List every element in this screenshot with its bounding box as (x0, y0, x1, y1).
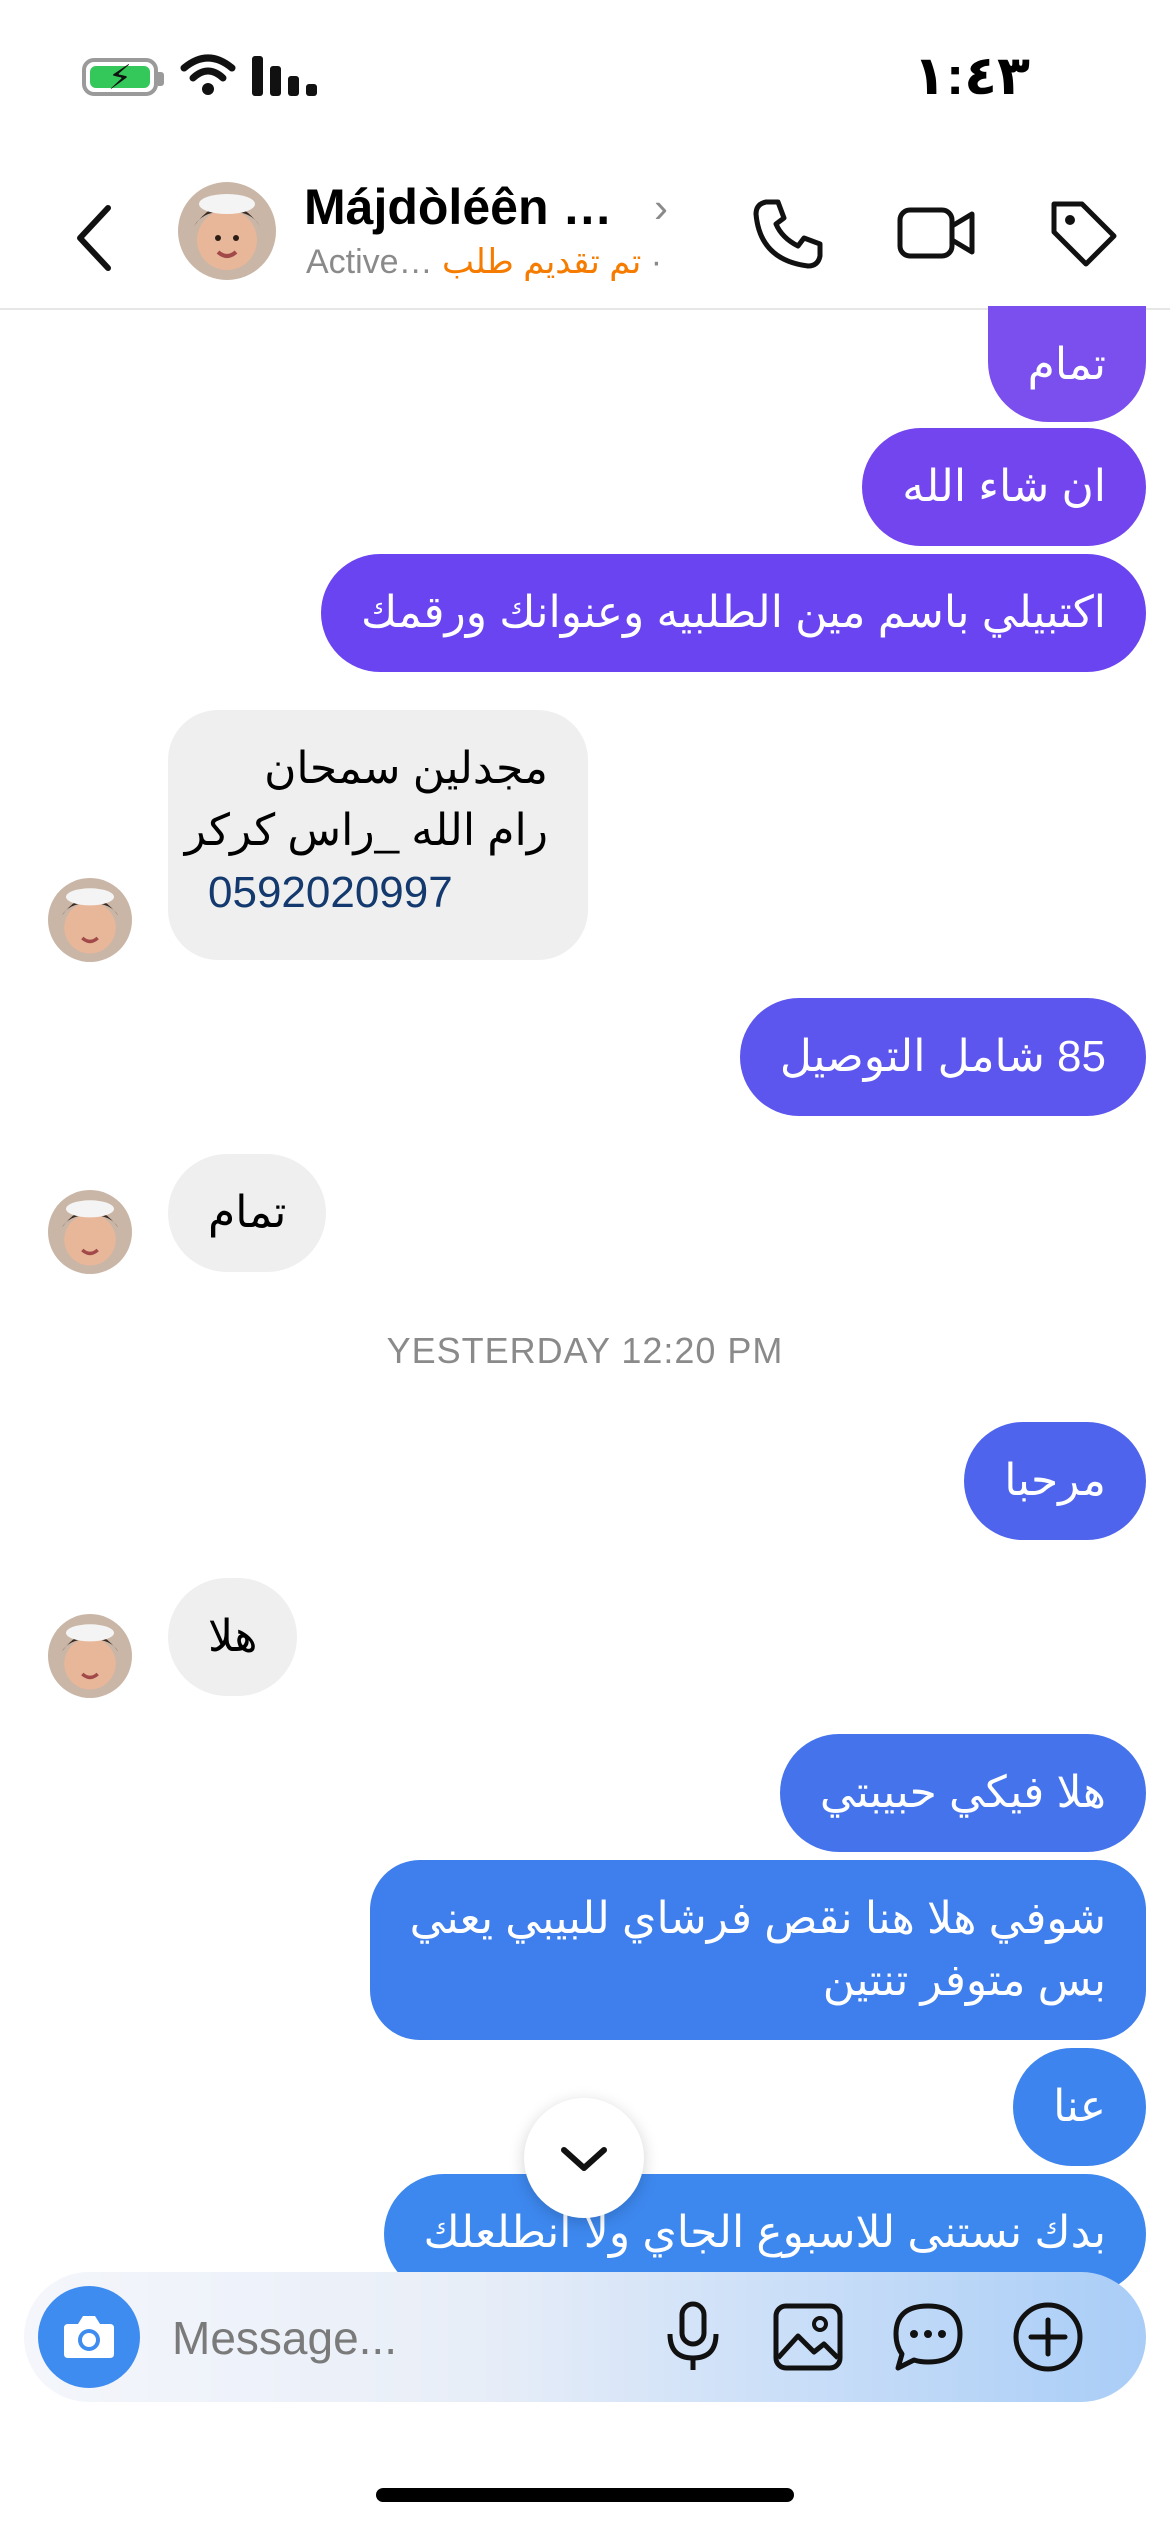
chevron-down-icon (561, 2147, 607, 2171)
message-bubble-outgoing[interactable]: ان شاء الله (862, 428, 1146, 546)
status-bar: ⚡ ١:٤٣ (0, 0, 1170, 150)
contact-avatar-small (48, 1190, 132, 1274)
message-bubble-outgoing[interactable]: مرحبا (964, 1422, 1146, 1540)
message-bubble-outgoing[interactable]: 85 شامل التوصيل (739, 998, 1146, 1116)
video-call-icon[interactable] (896, 196, 976, 270)
message-bubble-incoming[interactable]: تمام (168, 1154, 327, 1272)
date-separator: YESTERDAY 12:20 PM (386, 1330, 784, 1371)
battery-charging-icon: ⚡ (82, 58, 164, 97)
wifi-icon (180, 54, 236, 95)
message-bubble-outgoing[interactable]: عنا (1013, 2048, 1146, 2166)
message-bubble-incoming[interactable]: هلا (168, 1578, 298, 1696)
image-icon[interactable] (770, 2300, 846, 2374)
home-indicator (376, 2488, 794, 2502)
camera-button[interactable] (38, 2286, 140, 2388)
tag-icon[interactable] (1046, 196, 1120, 270)
message-input[interactable] (170, 2302, 594, 2374)
phone-call-icon[interactable] (752, 196, 826, 270)
message-bubble-outgoing[interactable]: اكتبيلي باسم مين الطلبيه وعنوانك ورقمك (320, 554, 1146, 672)
camera-icon (64, 2316, 114, 2358)
message-line: شوفي هلا هنا نقص فرشاي للبيبي يعني (409, 1894, 1106, 1943)
chat-bubble-icon[interactable] (890, 2300, 966, 2374)
contact-avatar-small (48, 1614, 132, 1698)
phone-number-link[interactable]: 0592020997 (208, 862, 548, 924)
contact-status: Active… تم تقديم طلب · (306, 243, 663, 281)
plus-circle-icon[interactable] (1010, 2300, 1086, 2374)
back-arrow-icon[interactable] (66, 198, 126, 278)
contact-avatar-small (48, 878, 132, 962)
status-time: ١:٤٣ (913, 46, 1030, 106)
chat-header: Májdòléên Ã… › Active… تم تقديم طلب · (0, 160, 1170, 310)
activity-status: Active… (306, 243, 433, 281)
message-line: مجدلين سمحان (264, 744, 548, 793)
message-bubble-outgoing[interactable]: تمام (987, 306, 1146, 422)
microphone-icon[interactable] (658, 2300, 728, 2374)
message-bubble-incoming[interactable]: مجدلين سمحان رام الله _راس كركر 05920209… (168, 710, 588, 960)
label-tag: تم تقديم طلب (442, 243, 642, 281)
message-line: بس متوفر تنتين (822, 1956, 1106, 2005)
chevron-right-icon[interactable]: › (654, 184, 668, 232)
scroll-to-bottom-button[interactable] (524, 2098, 644, 2218)
message-line: رام الله _راس كركر (184, 806, 548, 855)
message-bubble-outgoing[interactable]: هلا فيكي حبيبتي (779, 1734, 1146, 1852)
contact-name[interactable]: Májdòléên Ã… (304, 178, 644, 236)
contact-avatar[interactable] (178, 182, 276, 280)
message-bubble-outgoing[interactable]: شوفي هلا هنا نقص فرشاي للبيبي يعني بس مت… (369, 1860, 1146, 2040)
message-composer (24, 2272, 1146, 2402)
signal-icon (252, 56, 317, 96)
